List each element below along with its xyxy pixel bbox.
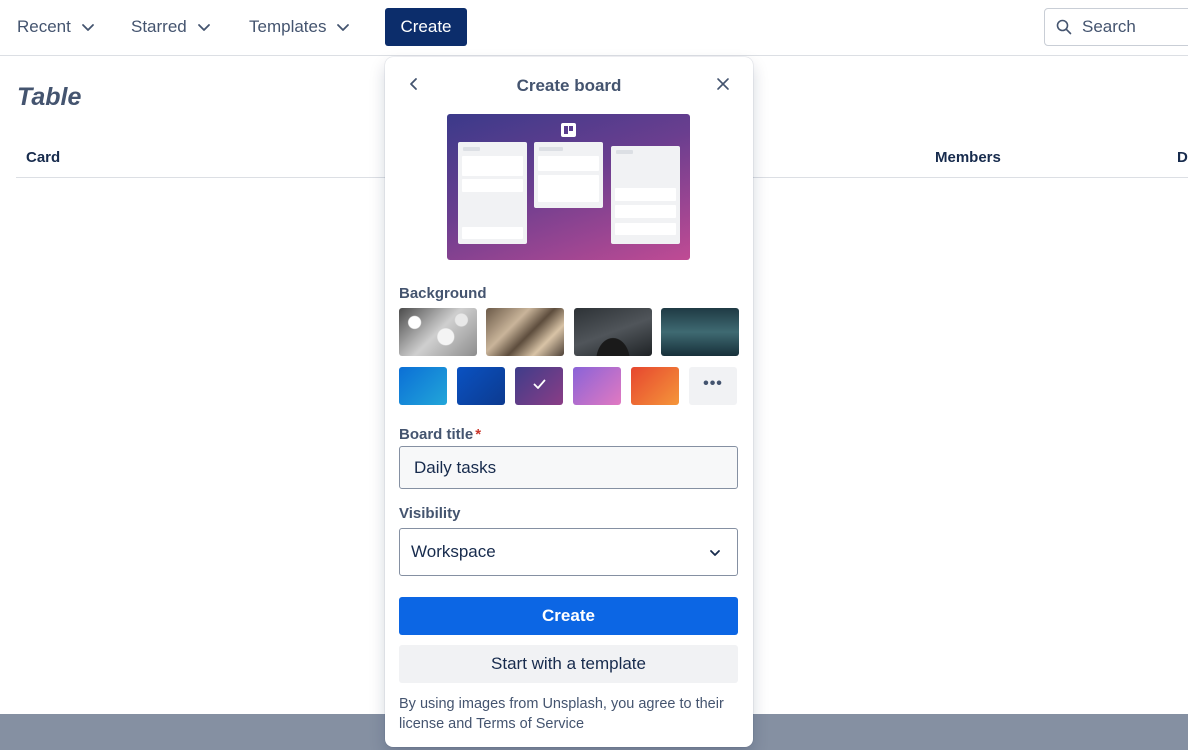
page-title: Table xyxy=(17,83,82,111)
unsplash-legal-text: By using images from Unsplash, you agree… xyxy=(399,696,724,732)
background-color-orange[interactable] xyxy=(631,367,679,405)
background-color-dark-blue[interactable] xyxy=(457,367,505,405)
preview-list xyxy=(458,142,527,244)
preview-list xyxy=(534,142,603,208)
templates-menu[interactable]: Templates xyxy=(249,8,350,46)
column-header-members[interactable]: Members xyxy=(935,149,1001,166)
search-input[interactable] xyxy=(1082,17,1172,37)
background-color-violet[interactable] xyxy=(573,367,621,405)
background-label: Background xyxy=(399,285,487,302)
board-preview xyxy=(447,114,690,260)
recent-label: Recent xyxy=(17,17,71,36)
create-board-popover: Create board Background ••• Board title … xyxy=(385,57,753,747)
background-color-purple[interactable] xyxy=(515,367,563,405)
board-title-label: Board title * xyxy=(399,426,481,443)
close-button[interactable] xyxy=(712,75,734,97)
search-box[interactable] xyxy=(1044,8,1188,46)
popover-title: Create board xyxy=(516,76,622,95)
background-photo-snow[interactable] xyxy=(399,308,477,356)
create-button[interactable]: Create xyxy=(385,8,467,46)
chevron-down-icon xyxy=(197,20,211,34)
starred-label: Starred xyxy=(131,17,187,36)
more-backgrounds-button[interactable]: ••• xyxy=(689,367,737,405)
start-with-template-button[interactable]: Start with a template xyxy=(399,645,738,683)
visibility-label: Visibility xyxy=(399,505,461,522)
background-color-blue[interactable] xyxy=(399,367,447,405)
required-asterisk: * xyxy=(475,426,482,443)
background-photo-sea[interactable] xyxy=(661,308,739,356)
visibility-value: Workspace xyxy=(411,542,496,561)
background-photo-leaves[interactable] xyxy=(486,308,564,356)
chevron-down-icon xyxy=(708,546,722,560)
close-icon xyxy=(716,77,730,96)
preview-list xyxy=(611,146,680,244)
column-header-card[interactable]: Card xyxy=(26,149,60,166)
templates-label: Templates xyxy=(249,17,327,36)
starred-menu[interactable]: Starred xyxy=(131,8,211,46)
column-header-d[interactable]: D xyxy=(1177,149,1188,166)
board-title-label-text: Board title xyxy=(399,426,474,443)
board-title-input[interactable] xyxy=(399,446,738,489)
background-photo-night-sky[interactable] xyxy=(574,308,652,356)
chevron-down-icon xyxy=(81,20,95,34)
top-navigation: Recent Starred Templates Create xyxy=(0,0,1188,56)
checkmark-icon xyxy=(533,377,546,395)
create-board-button[interactable]: Create xyxy=(399,597,738,635)
chevron-down-icon xyxy=(336,20,350,34)
search-icon xyxy=(1056,19,1072,35)
trello-logo-icon xyxy=(561,123,576,137)
more-icon: ••• xyxy=(703,375,723,392)
recent-menu[interactable]: Recent xyxy=(17,8,95,46)
visibility-select[interactable]: Workspace xyxy=(399,528,738,576)
